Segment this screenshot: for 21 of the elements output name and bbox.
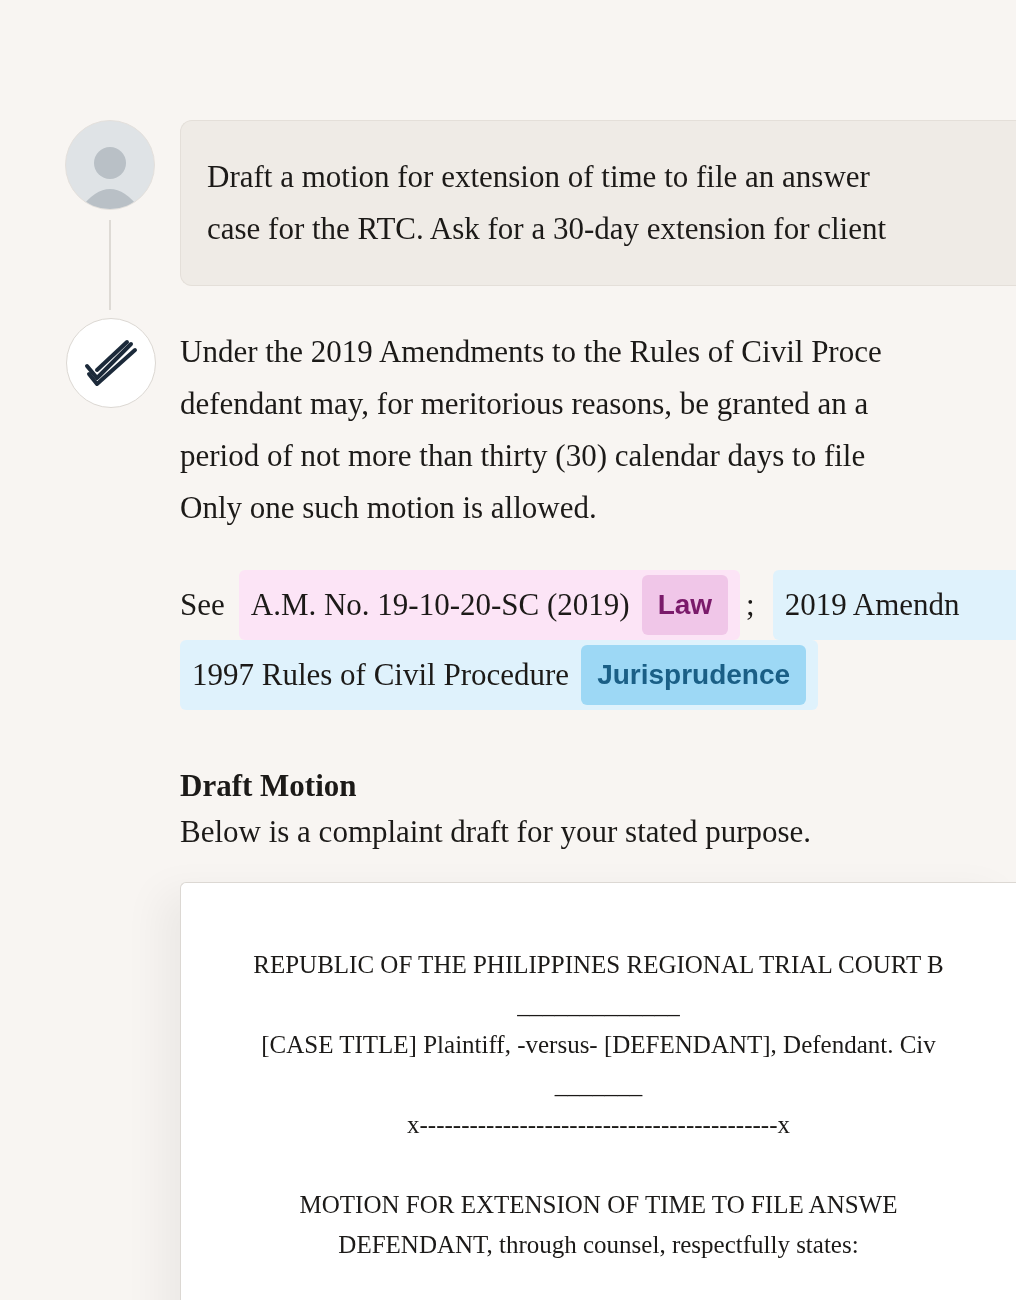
see-label: See <box>180 587 225 623</box>
citation-text: 1997 Rules of Civil Procedure <box>192 657 570 693</box>
document-text: [CASE TITLE] Plaintiff, -versus- [DEFENDANT], Defendant. Civ <box>261 1030 936 1060</box>
citation-tag: Law <box>641 575 729 635</box>
citation-tag: Jurisprudence <box>581 645 807 705</box>
section-heading: Draft Motion <box>180 767 358 805</box>
blank-line: _____________ <box>517 990 680 1020</box>
citation-chip[interactable]: A.M. No. 19-10-20-SC (2019) Law <box>238 570 741 640</box>
user-message: Draft a motion for extension of time to file an answer case for the RTC. Ask for a 30-day extension for client <box>180 120 1016 286</box>
intro-text: Below is a complaint draft for your stated purpose. <box>180 813 813 851</box>
citation-text: 2019 Amendn <box>784 587 960 623</box>
blank-line: _______ <box>554 1070 643 1100</box>
document-text: REPUBLIC OF THE PHILIPPINES REGIONAL TRIAL COURT B <box>253 950 944 980</box>
document-text: x-------------------------------------------x <box>407 1110 790 1140</box>
citation-chip[interactable]: 2019 Amendn <box>772 570 1016 640</box>
answer-paragraph: Under the 2019 Amendments to the Rules of Civil Proce defendant may, for meritorious reasons, be granted an a period of not more than thirty (30) calendar days to file Only one such motion is allowed. <box>180 333 883 527</box>
document-text: DEFENDANT, through counsel, respectfully states: <box>338 1230 859 1260</box>
citation-chip[interactable]: 1997 Rules of Civil Procedure Jurisprudence <box>180 640 819 710</box>
separator-text: ; <box>746 587 755 623</box>
document-title: MOTION FOR EXTENSION OF TIME TO FILE ANSWE <box>299 1190 898 1220</box>
citation-text: A.M. No. 19-10-20-SC (2019) <box>250 587 630 623</box>
